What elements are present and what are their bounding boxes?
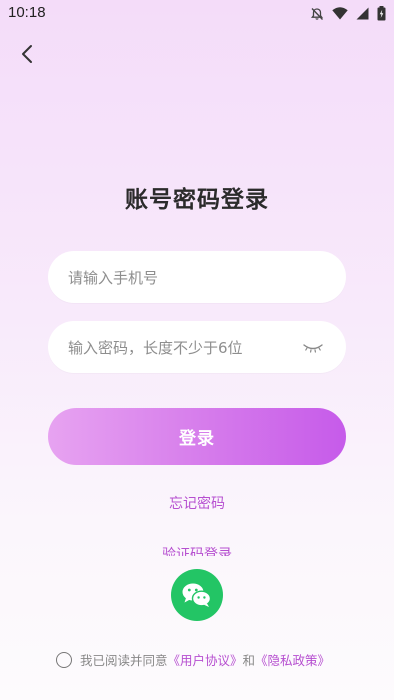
agreement-row: 我已阅读并同意 《用户协议》 和 《隐私政策》 [56, 650, 330, 669]
password-field[interactable] [48, 321, 346, 375]
password-input[interactable] [66, 321, 300, 375]
phone-field[interactable] [48, 251, 346, 305]
status-bar: 10:18 [0, 0, 394, 28]
privacy-policy-link[interactable]: 《隐私政策》 [255, 650, 330, 669]
wifi-icon [332, 7, 348, 20]
page-title: 账号密码登录 [125, 187, 269, 213]
agreement-checkbox[interactable] [56, 651, 72, 668]
battery-icon [377, 6, 386, 21]
wechat-icon [182, 583, 212, 607]
forgot-password-link[interactable]: 忘记密码 [0, 493, 394, 513]
phone-input[interactable] [66, 251, 300, 305]
bell-muted-icon [311, 7, 324, 20]
login-button[interactable]: 登录 [48, 408, 346, 465]
agreement-prefix: 我已阅读并同意 [80, 653, 168, 668]
wechat-login-button[interactable] [171, 569, 223, 621]
sms-login-link[interactable]: 验证码登录 [0, 544, 394, 556]
status-icons [310, 6, 386, 21]
chevron-left-icon [22, 45, 32, 63]
back-button[interactable] [14, 40, 42, 68]
eye-closed-icon[interactable] [302, 339, 324, 355]
user-agreement-link[interactable]: 《用户协议》 [168, 650, 243, 669]
agreement-and: 和 [242, 653, 256, 668]
signal-icon [356, 7, 369, 20]
status-time: 10:18 [8, 4, 46, 21]
